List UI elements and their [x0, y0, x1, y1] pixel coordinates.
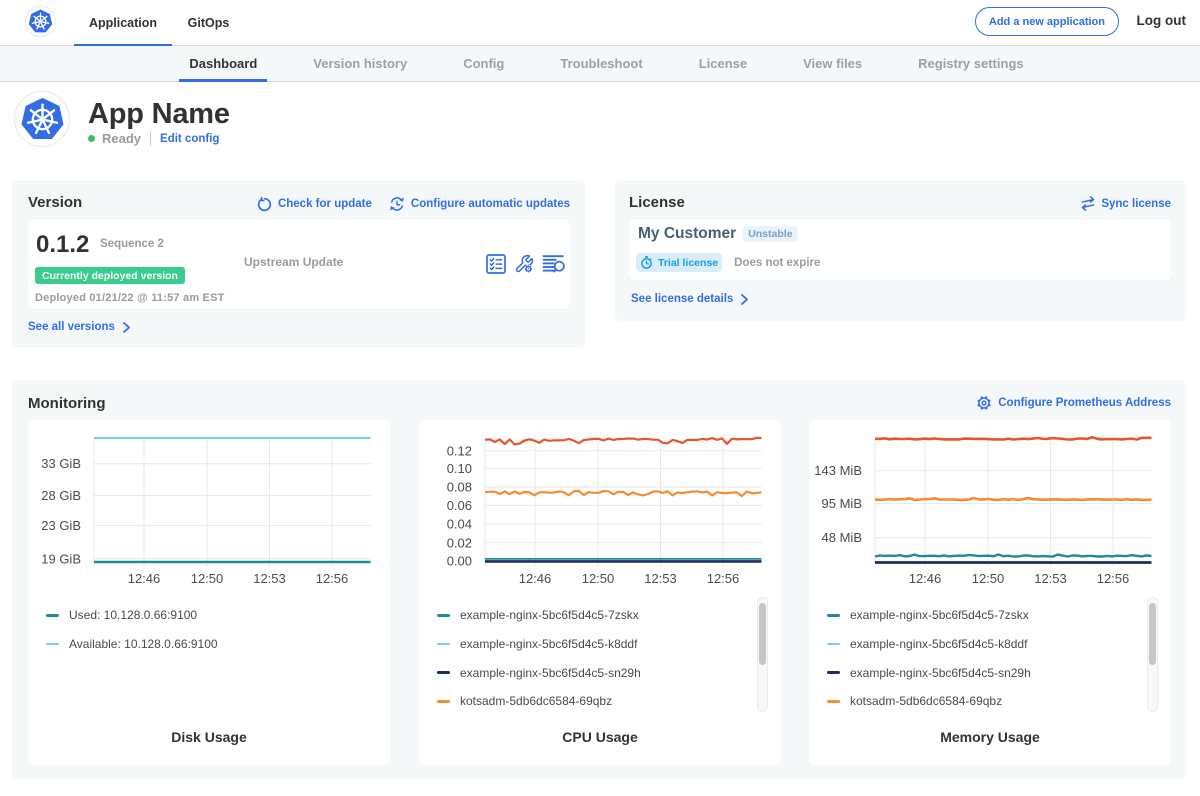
svg-text:28 GiB: 28 GiB	[41, 488, 81, 503]
svg-text:0.08: 0.08	[447, 480, 472, 495]
svg-text:0.12: 0.12	[447, 443, 472, 458]
svg-text:12:56: 12:56	[316, 571, 349, 586]
svg-text:12:50: 12:50	[582, 571, 615, 586]
svg-text:95 MiB: 95 MiB	[822, 496, 862, 511]
svg-text:12:53: 12:53	[644, 571, 677, 586]
svg-text:12:50: 12:50	[191, 571, 224, 586]
svg-text:12:56: 12:56	[1097, 571, 1130, 586]
svg-text:48 MiB: 48 MiB	[822, 530, 862, 545]
svg-text:0.02: 0.02	[447, 535, 472, 550]
svg-text:0.06: 0.06	[447, 498, 472, 513]
svg-text:12:50: 12:50	[972, 571, 1005, 586]
svg-text:23 GiB: 23 GiB	[41, 518, 81, 533]
svg-text:0.04: 0.04	[447, 517, 472, 532]
svg-text:143 MiB: 143 MiB	[814, 463, 862, 478]
svg-text:12:56: 12:56	[707, 571, 740, 586]
svg-text:0.00: 0.00	[447, 554, 472, 569]
svg-text:0.10: 0.10	[447, 461, 472, 476]
svg-text:12:46: 12:46	[519, 571, 552, 586]
svg-text:12:46: 12:46	[909, 571, 942, 586]
svg-text:12:53: 12:53	[253, 571, 286, 586]
svg-text:19 GiB: 19 GiB	[41, 551, 81, 566]
svg-text:12:53: 12:53	[1034, 571, 1067, 586]
svg-text:33 GiB: 33 GiB	[41, 456, 81, 471]
svg-text:12:46: 12:46	[128, 571, 161, 586]
